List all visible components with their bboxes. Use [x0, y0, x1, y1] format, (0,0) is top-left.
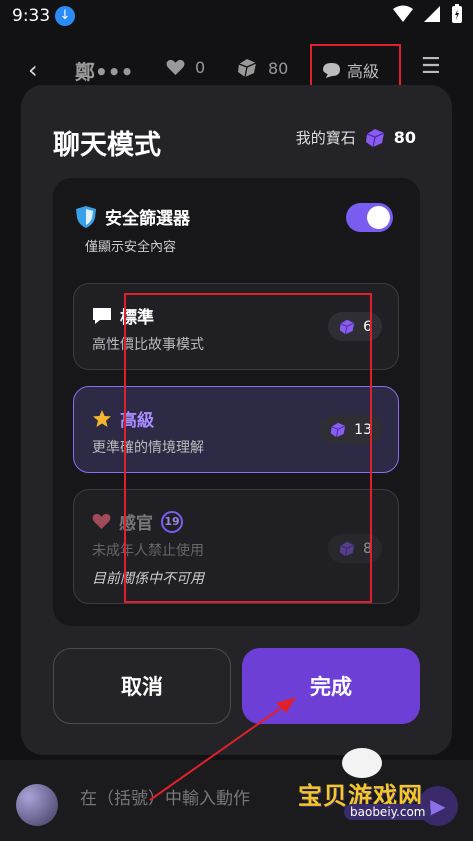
- status-bar: 9:33 ↓: [0, 0, 473, 32]
- download-icon: ↓: [55, 6, 75, 26]
- back-arrow-icon[interactable]: ‹: [28, 56, 38, 84]
- cancel-button[interactable]: 取消: [53, 648, 231, 724]
- hamburger-menu-icon[interactable]: ☰: [421, 54, 441, 79]
- safe-filter-description: 僅顯示安全內容: [85, 240, 177, 255]
- speech-bubble-icon: [93, 307, 111, 324]
- done-button[interactable]: 完成: [242, 648, 420, 724]
- user-avatar[interactable]: [16, 784, 58, 826]
- watermark-url: baobeiy.com: [344, 804, 432, 820]
- safe-filter-toggle[interactable]: [346, 203, 393, 232]
- wifi-icon: [393, 5, 413, 22]
- dialog-title: 聊天模式: [53, 130, 161, 161]
- heart-icon: [166, 59, 185, 76]
- status-time: 9:33: [12, 6, 51, 26]
- toggle-knob: [367, 206, 390, 229]
- signal-icon: [424, 6, 440, 22]
- shield-icon: [76, 205, 96, 228]
- gems-count: 80: [268, 58, 289, 78]
- annotation-box-options: [124, 293, 372, 603]
- my-gems-count: 80: [393, 128, 416, 147]
- watermark-logo: 宝贝游戏网 baobeiy.com: [292, 748, 442, 826]
- gems-counter[interactable]: 80: [236, 58, 288, 78]
- character-name[interactable]: 鄭•••: [75, 56, 133, 85]
- gem-icon: [365, 128, 384, 147]
- status-icons: [393, 4, 463, 24]
- my-gems: 我的寶石 80: [296, 127, 416, 148]
- likes-counter[interactable]: 0: [166, 58, 205, 77]
- likes-count: 0: [195, 58, 206, 77]
- message-input[interactable]: 在（括號）中輸入動作: [80, 784, 250, 809]
- safe-filter-title: 安全篩選器: [75, 204, 190, 229]
- star-icon: [93, 409, 111, 427]
- my-gems-label: 我的寶石: [295, 129, 356, 147]
- gem-icon: [238, 59, 257, 78]
- battery-icon: [452, 4, 462, 23]
- mascot-icon: [342, 748, 382, 778]
- heart-icon: [92, 513, 111, 530]
- safe-filter-label: 安全篩選器: [105, 209, 190, 229]
